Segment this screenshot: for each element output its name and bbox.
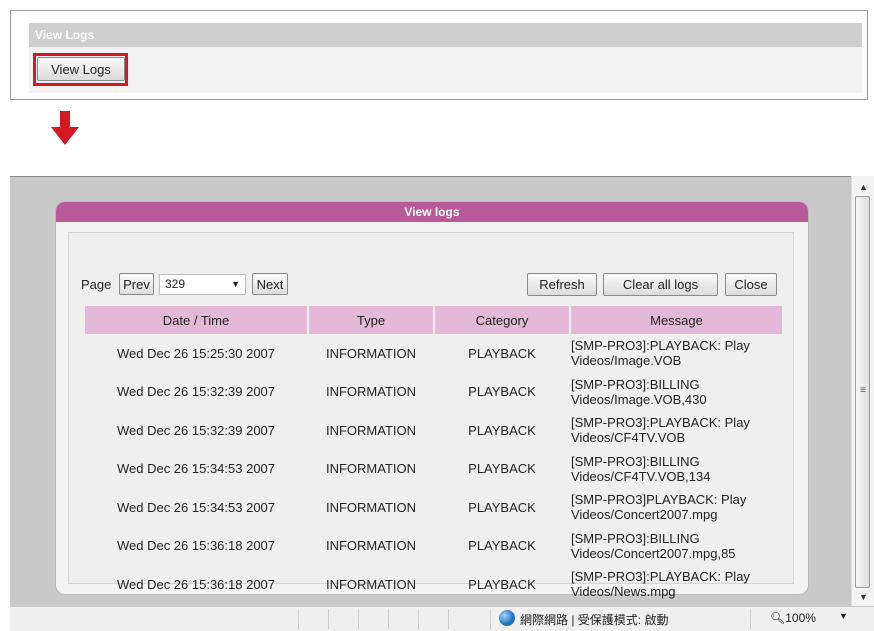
refresh-button[interactable]: Refresh: [527, 273, 597, 296]
cell-datetime: Wed Dec 26 15:34:53 2007: [116, 499, 276, 515]
status-divider: [328, 609, 329, 629]
cell-datetime: Wed Dec 26 15:36:18 2007: [116, 576, 276, 592]
browser-window: View logs Page Prev 329 ▼ Next Refresh C…: [10, 176, 874, 631]
dialog-title: View logs: [56, 202, 808, 222]
message-line: [SMP-PRO3]PLAYBACK: Play: [571, 492, 747, 508]
cell-message: [SMP-PRO3]:BILLING Videos/Concert2007.mpg…: [571, 527, 782, 566]
message-line: [SMP-PRO3]:BILLING: [571, 453, 700, 469]
table-row: Wed Dec 26 15:36:18 2007 INFORMATION PLA…: [85, 565, 782, 604]
zoom-value: 100%: [785, 611, 816, 625]
cell-type: INFORMATION: [325, 499, 417, 515]
table-row: Wed Dec 26 15:34:53 2007 INFORMATION PLA…: [85, 488, 782, 527]
status-divider: [298, 609, 299, 629]
cell-datetime: Wed Dec 26 15:32:39 2007: [116, 384, 276, 400]
cell-message: [SMP-PRO3]:PLAYBACK: Play Videos/Image.VO…: [571, 334, 782, 373]
close-button[interactable]: Close: [725, 273, 777, 296]
status-bar: 網際網路 | 受保護模式: 啟動 🔍︎100% ▼: [10, 606, 874, 631]
cell-category: PLAYBACK: [468, 422, 536, 438]
zoom-level[interactable]: 🔍︎100%: [770, 611, 816, 625]
cell-type: INFORMATION: [325, 576, 417, 592]
vertical-scrollbar[interactable]: ▲ ≡ ▼: [851, 176, 874, 606]
cell-type: INFORMATION: [325, 422, 417, 438]
logs-table: Date / Time Type Category Message Wed De…: [83, 306, 784, 604]
cell-message: [SMP-PRO3]:PLAYBACK: Play Videos/CF4TV.VO…: [571, 411, 782, 450]
magnifier-icon: 🔍︎: [770, 611, 786, 625]
column-header-category: Category: [435, 306, 569, 334]
message-line: Videos/News.mpg: [571, 584, 676, 600]
cell-datetime: Wed Dec 26 15:34:53 2007: [116, 461, 276, 477]
status-divider: [448, 609, 449, 629]
cell-datetime: Wed Dec 26 15:32:39 2007: [116, 422, 276, 438]
view-logs-panel: View Logs View Logs: [10, 10, 868, 100]
table-row: Wed Dec 26 15:32:39 2007 INFORMATION PLA…: [85, 373, 782, 412]
message-line: Videos/CF4TV.VOB,134: [571, 468, 711, 484]
message-line: [SMP-PRO3]:PLAYBACK: Play: [571, 569, 750, 585]
status-divider: [388, 609, 389, 629]
table-header-row: Date / Time Type Category Message: [85, 306, 782, 334]
message-line: Videos/Image.VOB,430: [571, 391, 707, 407]
grip-icon: ≡: [860, 385, 866, 396]
panel-header: View Logs: [29, 23, 862, 47]
page-select-value: 329: [165, 277, 186, 291]
column-header-datetime: Date / Time: [85, 306, 307, 334]
message-line: Videos/Concert2007.mpg: [571, 507, 718, 523]
next-button[interactable]: Next: [252, 273, 288, 295]
chevron-down-icon: ▼: [231, 279, 240, 289]
cell-type: INFORMATION: [325, 538, 417, 554]
table-row: Wed Dec 26 15:32:39 2007 INFORMATION PLA…: [85, 411, 782, 450]
table-row: Wed Dec 26 15:34:53 2007 INFORMATION PLA…: [85, 450, 782, 489]
page-select[interactable]: 329 ▼: [159, 274, 246, 295]
cell-category: PLAYBACK: [468, 384, 536, 400]
table-row: Wed Dec 26 15:25:30 2007 INFORMATION PLA…: [85, 334, 782, 373]
cell-datetime: Wed Dec 26 15:25:30 2007: [116, 345, 276, 361]
dialog-body: Page Prev 329 ▼ Next Refresh Clear all l…: [68, 232, 794, 599]
scrollbar-thumb[interactable]: ≡: [855, 196, 870, 588]
message-line: Videos/CF4TV.VOB: [571, 430, 686, 446]
view-logs-button[interactable]: View Logs: [37, 57, 125, 81]
cell-message: [SMP-PRO3]:BILLING Videos/CF4TV.VOB,134: [571, 450, 782, 489]
message-line: [SMP-PRO3]:BILLING: [571, 376, 700, 392]
message-line: [SMP-PRO3]:PLAYBACK: Play: [571, 415, 750, 431]
globe-icon: [499, 610, 515, 626]
column-header-type: Type: [309, 306, 433, 334]
scroll-up-icon[interactable]: ▲: [859, 182, 868, 192]
cell-category: PLAYBACK: [468, 461, 536, 477]
down-arrow-icon: [51, 111, 79, 150]
cell-type: INFORMATION: [325, 384, 417, 400]
message-line: Videos/Image.VOB: [571, 353, 682, 369]
scroll-down-icon[interactable]: ▼: [859, 592, 868, 602]
cell-message: [SMP-PRO3]:BILLING Videos/Image.VOB,430: [571, 373, 782, 412]
cell-category: PLAYBACK: [468, 499, 536, 515]
message-line: [SMP-PRO3]:PLAYBACK: Play: [571, 338, 750, 354]
cell-type: INFORMATION: [325, 345, 417, 361]
cell-category: PLAYBACK: [468, 576, 536, 592]
message-line: Videos/Concert2007.mpg,85: [571, 545, 736, 561]
prev-button[interactable]: Prev: [119, 273, 154, 295]
cell-datetime: Wed Dec 26 15:36:18 2007: [116, 538, 276, 554]
status-divider: [750, 609, 751, 629]
cell-type: INFORMATION: [325, 461, 417, 477]
column-header-message: Message: [571, 306, 782, 334]
status-divider: [490, 609, 491, 629]
security-zone-text: 網際網路 | 受保護模式: 啟動: [520, 613, 669, 627]
view-logs-dialog: View logs Page Prev 329 ▼ Next Refresh C…: [55, 201, 809, 599]
message-line: [SMP-PRO3]:BILLING: [571, 530, 700, 546]
cell-message: [SMP-PRO3]:PLAYBACK: Play Videos/News.mpg: [571, 565, 782, 604]
chevron-down-icon[interactable]: ▼: [839, 611, 848, 621]
table-row: Wed Dec 26 15:36:18 2007 INFORMATION PLA…: [85, 527, 782, 566]
page-label: Page: [81, 277, 112, 292]
view-logs-panel-body: View Logs View Logs: [29, 23, 862, 93]
status-divider: [358, 609, 359, 629]
clear-all-logs-button[interactable]: Clear all logs: [603, 273, 718, 296]
cell-category: PLAYBACK: [468, 538, 536, 554]
cell-category: PLAYBACK: [468, 345, 536, 361]
content-area: View logs Page Prev 329 ▼ Next Refresh C…: [10, 176, 852, 607]
cell-message: [SMP-PRO3]PLAYBACK: Play Videos/Concert20…: [571, 488, 782, 527]
status-divider: [418, 609, 419, 629]
